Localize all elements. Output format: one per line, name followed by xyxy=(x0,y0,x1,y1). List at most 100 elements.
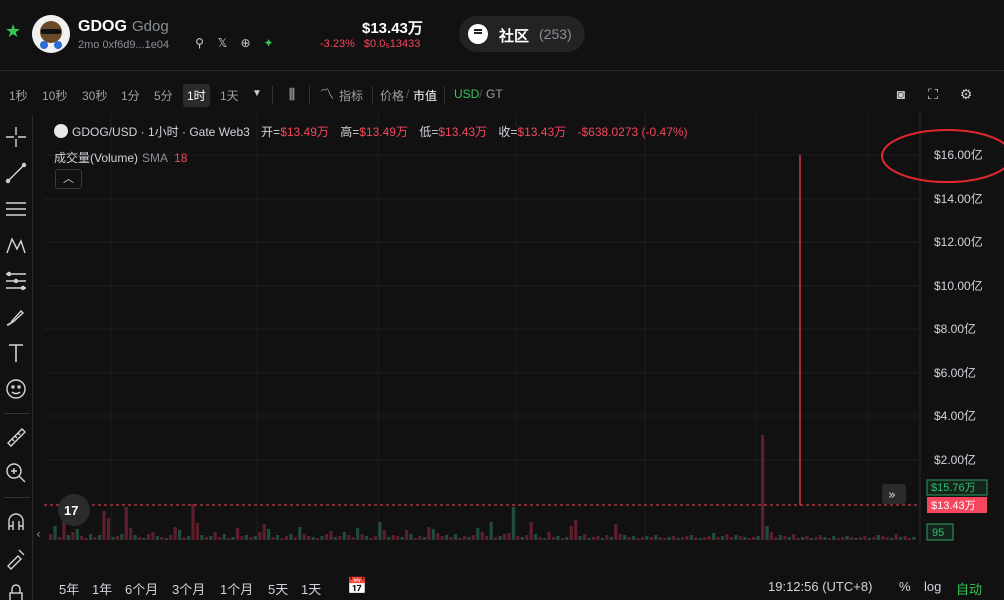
price-change: -3.23% $0.0₅13433 xyxy=(320,38,420,50)
collapse-legend-button[interactable]: ︿ xyxy=(55,169,82,189)
chevron-down-icon[interactable]: ▼ xyxy=(248,85,266,103)
auto-toggle[interactable]: 自动 xyxy=(956,579,982,598)
log-toggle[interactable]: log xyxy=(924,579,941,594)
volume-bar xyxy=(494,537,498,540)
text-tool-icon[interactable] xyxy=(4,341,28,365)
y-axis-tick-label: $12.00亿 xyxy=(934,234,983,249)
range-1d[interactable]: 1天 xyxy=(301,579,321,598)
range-5d[interactable]: 5天 xyxy=(268,579,288,598)
fib-levels-icon[interactable] xyxy=(4,269,28,293)
clock-time[interactable]: 19:12:56 (UTC+8) xyxy=(768,579,872,594)
indicators-icon[interactable]: 〽 xyxy=(318,85,336,103)
price-toggle[interactable]: 价格 xyxy=(380,87,404,104)
sparkle-icon[interactable]: ✦ xyxy=(261,36,276,51)
volume-bar xyxy=(458,538,462,540)
interval-1d[interactable]: 1天 xyxy=(220,87,239,104)
zoom-in-icon[interactable] xyxy=(4,461,28,485)
interval-1h[interactable]: 1时 xyxy=(183,84,210,107)
ruler-icon[interactable] xyxy=(4,425,28,449)
interval-1s[interactable]: 1秒 xyxy=(9,87,28,104)
volume-bar xyxy=(298,527,302,540)
volume-bar xyxy=(716,537,720,540)
token-symbol: GDOG xyxy=(78,18,127,35)
brush-icon[interactable] xyxy=(4,305,28,329)
volume-bar xyxy=(876,535,880,540)
community-count: (253) xyxy=(539,26,572,42)
volume-bar xyxy=(774,537,778,540)
chart-toolbar: 1秒 10秒 30秒 1分 5分 1时 1天 ▼ ⫼ 〽 指标 价格 / 市值 … xyxy=(0,78,1004,110)
lock-pencil-icon[interactable] xyxy=(4,546,28,570)
chart-canvas[interactable]: $16.00亿 $14.00亿 $12.00亿 $10.00亿 $8.00亿 $6.00亿… xyxy=(34,110,1004,545)
volume-bar xyxy=(324,534,329,540)
volume-bar xyxy=(858,537,863,540)
volume-bar xyxy=(413,538,418,540)
volume-bar xyxy=(636,538,640,540)
toolbar-divider xyxy=(372,86,373,104)
token-avatar xyxy=(32,15,70,53)
calendar-icon[interactable]: 📅 xyxy=(347,576,367,596)
volume-bar xyxy=(703,537,707,540)
favorite-star-icon[interactable]: ★ xyxy=(5,22,21,40)
horizontal-lines-icon[interactable] xyxy=(4,197,28,221)
range-1y[interactable]: 1年 xyxy=(92,579,112,598)
volume-bar xyxy=(618,534,622,540)
volume-bar xyxy=(186,536,191,540)
range-3m[interactable]: 3个月 xyxy=(172,579,205,598)
drawing-toolbar xyxy=(0,115,33,600)
crosshair-icon[interactable] xyxy=(4,125,28,149)
volume-bar xyxy=(912,537,916,540)
range-1m[interactable]: 1个月 xyxy=(220,579,253,598)
volume-bar xyxy=(378,522,382,540)
volume-bar xyxy=(271,537,275,540)
pattern-icon[interactable] xyxy=(4,233,28,257)
currency-usd[interactable]: USD xyxy=(454,87,479,101)
search-icon[interactable]: ⚲ xyxy=(192,36,207,51)
volume-bar xyxy=(275,535,280,540)
volume-bar xyxy=(534,534,538,540)
emoji-icon[interactable] xyxy=(4,377,28,401)
candlestick-icon[interactable]: ⫼ xyxy=(283,85,301,103)
range-5y[interactable]: 5年 xyxy=(59,579,79,598)
double-chevron-right-icon[interactable]: » xyxy=(888,488,896,503)
indicators-button[interactable]: 指标 xyxy=(339,87,363,104)
volume-bar xyxy=(227,538,231,540)
volume-bar xyxy=(462,536,467,540)
volume-bar xyxy=(405,530,409,540)
interval-30s[interactable]: 30秒 xyxy=(82,87,107,104)
camera-icon[interactable]: ◙ xyxy=(892,85,910,103)
interval-5m[interactable]: 5分 xyxy=(154,87,173,104)
scroll-left-icon[interactable]: ‹ xyxy=(36,527,41,541)
y-axis-tick-label: $10.00亿 xyxy=(934,278,983,293)
sma-value: 18 xyxy=(174,151,188,165)
volume-bar xyxy=(787,537,791,540)
volume-bar xyxy=(827,538,831,540)
fullscreen-icon[interactable]: ⛶ xyxy=(924,85,942,103)
interval-1m[interactable]: 1分 xyxy=(121,87,140,104)
globe-icon[interactable]: ⊕ xyxy=(238,36,253,51)
volume-bar xyxy=(342,532,346,540)
x-twitter-icon[interactable]: 𝕏 xyxy=(215,36,230,51)
volume-bar xyxy=(756,536,760,540)
volume-bar xyxy=(191,504,195,540)
magnet-icon[interactable] xyxy=(4,510,28,534)
market-cap-toggle[interactable]: 市值 xyxy=(413,87,437,104)
settings-gear-icon[interactable]: ⚙ xyxy=(957,85,975,103)
volume-bar xyxy=(195,523,200,540)
high-label: 高= xyxy=(340,125,360,139)
interval-10s[interactable]: 10秒 xyxy=(42,87,67,104)
community-button[interactable]: 社区 (253) xyxy=(459,16,585,52)
token-header: ★ GDOG Gdog 2mo 0xf6d9...1e04 ⚲ 𝕏 ⊕ ✦ $1… xyxy=(0,0,1004,70)
volume-bar xyxy=(329,531,333,540)
volume-bar xyxy=(560,538,564,540)
volume-bar xyxy=(373,536,378,540)
range-6m[interactable]: 6个月 xyxy=(125,579,158,598)
volume-bar xyxy=(761,435,765,540)
percent-toggle[interactable]: % xyxy=(899,579,911,594)
volume-bar xyxy=(364,536,369,540)
price-change-pct: -3.23% xyxy=(320,38,355,50)
currency-gt[interactable]: GT xyxy=(486,87,503,101)
volume-bar xyxy=(556,536,560,540)
volume-bar xyxy=(320,536,324,540)
tool-divider xyxy=(4,413,30,414)
trend-line-icon[interactable] xyxy=(4,161,28,185)
